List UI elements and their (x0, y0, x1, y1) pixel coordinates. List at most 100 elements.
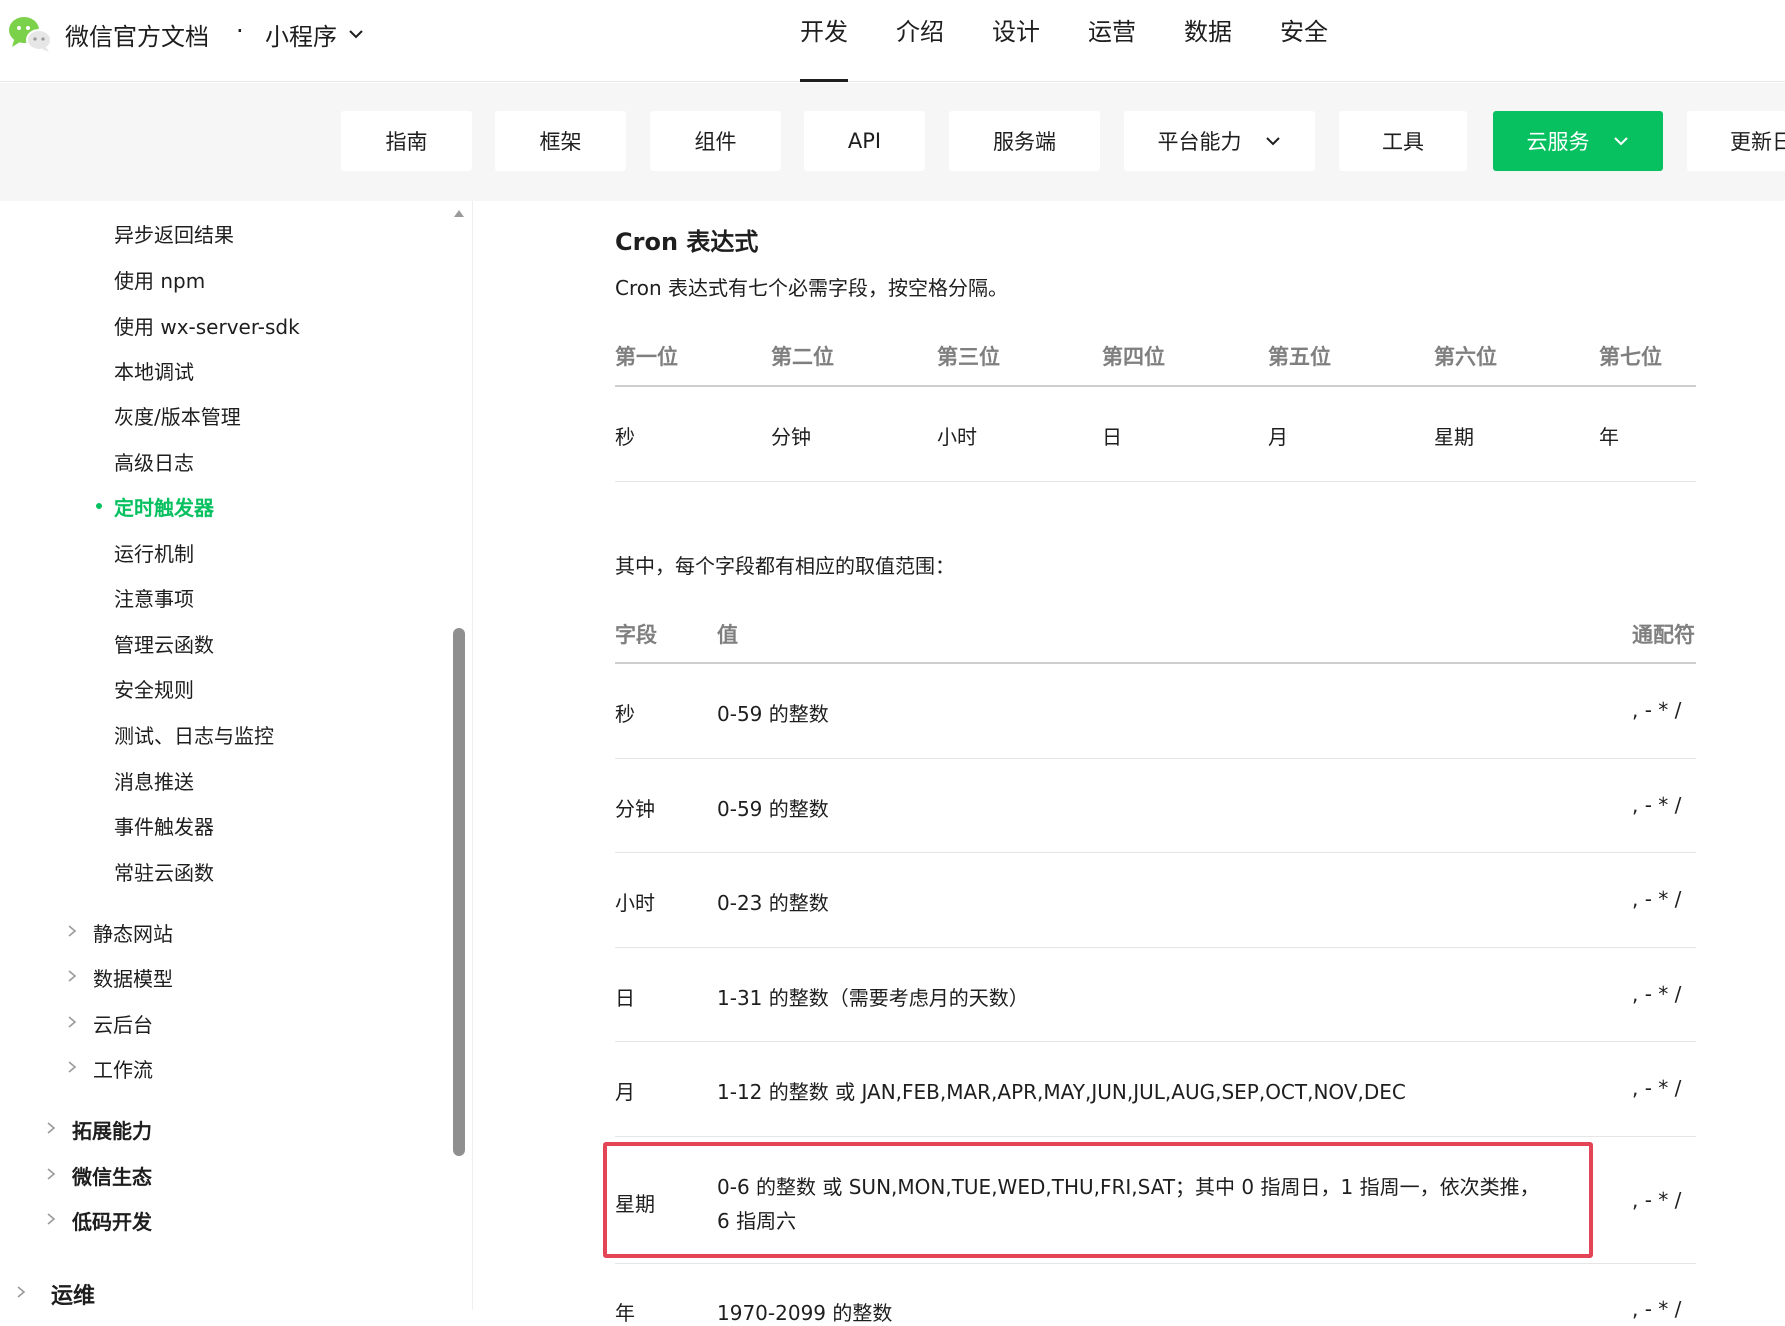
title-separator: · (236, 17, 244, 45)
table-cell-wildcard: , - * / (1632, 1188, 1682, 1212)
chevron-right-icon[interactable] (45, 1167, 57, 1181)
scroll-up-arrow-icon[interactable] (453, 208, 465, 218)
table-cell-wildcard: , - * / (1632, 1076, 1682, 1100)
sidebar-subgroup[interactable]: 云后台 (93, 1009, 153, 1038)
sidebar-subgroup[interactable]: 静态网站 (93, 918, 173, 947)
table-header-cell: 第六位 (1434, 345, 1497, 369)
table-header-cell: 第二位 (771, 345, 834, 369)
table-row-divider (615, 758, 1696, 759)
chevron-down-icon (1265, 137, 1280, 146)
subnav-changelog[interactable]: 更新日 (1687, 111, 1785, 171)
site-title[interactable]: 微信官方文档 (65, 17, 209, 52)
table-row-divider (615, 1263, 1696, 1264)
sidebar-subgroup[interactable]: 工作流 (93, 1054, 153, 1083)
wechat-logo-icon[interactable] (6, 14, 54, 54)
sidebar-subgroup[interactable]: 数据模型 (93, 963, 173, 992)
sidebar-top-group[interactable]: 运维 (51, 1278, 95, 1310)
table-row-divider (615, 1136, 1696, 1137)
sidebar-item[interactable]: 常驻云函数 (114, 857, 214, 886)
sidebar-item[interactable]: 使用 npm (114, 265, 205, 294)
table-cell-field: 日 (615, 986, 635, 1010)
table-header-cell: 第七位 (1599, 345, 1662, 369)
sidebar-item[interactable]: 安全规则 (114, 674, 194, 703)
top-nav-data[interactable]: 数据 (1184, 0, 1280, 82)
sidebar-scroll-thumb[interactable] (453, 628, 465, 1156)
subnav-label: 平台能力 (1157, 130, 1242, 154)
chevron-right-icon[interactable] (66, 1015, 78, 1029)
sidebar-group[interactable]: 拓展能力 (72, 1115, 152, 1144)
table-cell-value: 0-23 的整数 (717, 891, 829, 915)
active-indicator-dot (96, 503, 102, 509)
table-cell: 星期 (1434, 425, 1474, 449)
table-row-divider (615, 1041, 1696, 1042)
sidebar-item-active[interactable]: 定时触发器 (114, 492, 214, 521)
subnav-label: 更新日 (1730, 130, 1785, 154)
table-header-wildcard: 通配符 (1632, 623, 1695, 647)
range-intro: 其中，每个字段都有相应的取值范围： (615, 554, 955, 578)
top-nav-dev[interactable]: 开发 (800, 0, 896, 82)
table-cell: 月 (1268, 425, 1288, 449)
subnav-label: 指南 (385, 130, 428, 154)
top-nav-intro[interactable]: 介绍 (896, 0, 992, 82)
sidebar-item[interactable]: 运行机制 (114, 538, 194, 567)
sidebar-item[interactable]: 事件触发器 (114, 811, 214, 840)
sidebar-item[interactable]: 异步返回结果 (114, 219, 234, 248)
subnav-tools[interactable]: 工具 (1339, 111, 1467, 171)
sidebar-item[interactable]: 本地调试 (114, 356, 194, 385)
chevron-right-icon[interactable] (66, 969, 78, 983)
chevron-right-icon[interactable] (66, 924, 78, 938)
table-cell-field: 秒 (615, 702, 635, 726)
chevron-right-icon[interactable] (45, 1121, 57, 1135)
subnav-guide[interactable]: 指南 (341, 111, 472, 171)
sidebar-item[interactable]: 注意事项 (114, 583, 194, 612)
chevron-right-icon[interactable] (15, 1285, 27, 1299)
table-cell-field: 年 (615, 1301, 635, 1325)
subnav-label: 框架 (539, 130, 582, 154)
intro-paragraph: Cron 表达式有七个必需字段，按空格分隔。 (615, 276, 1009, 300)
subnav-server[interactable]: 服务端 (949, 111, 1100, 171)
sidebar-group[interactable]: 低码开发 (72, 1206, 152, 1235)
top-nav: 开发 介绍 设计 运营 数据 安全 (800, 0, 1376, 82)
top-nav-operation[interactable]: 运营 (1088, 0, 1184, 82)
table-cell-field: 分钟 (615, 797, 655, 821)
sidebar-group[interactable]: 微信生态 (72, 1161, 152, 1190)
sidebar-item[interactable]: 测试、日志与监控 (114, 720, 274, 749)
subnav-components[interactable]: 组件 (650, 111, 781, 171)
table-cell: 日 (1102, 425, 1122, 449)
table-header-cell: 第五位 (1268, 345, 1331, 369)
table-cell-value: 1-31 的整数（需要考虑月的天数） (717, 986, 1029, 1010)
table-cell: 年 (1599, 425, 1619, 449)
chevron-down-icon[interactable] (346, 24, 366, 44)
table-cell-wildcard: , - * / (1632, 982, 1682, 1006)
subnav-api[interactable]: API (804, 111, 925, 171)
subnav-cloud[interactable]: 云服务 (1493, 111, 1663, 171)
sidebar (0, 201, 472, 1310)
chevron-right-icon[interactable] (66, 1060, 78, 1074)
table-cell-wildcard: , - * / (1632, 793, 1682, 817)
product-switcher[interactable]: 小程序 (265, 17, 337, 52)
table-row-divider (615, 852, 1696, 853)
chevron-down-icon (1613, 137, 1628, 146)
sidebar-item[interactable]: 灰度/版本管理 (114, 401, 241, 430)
table-cell: 分钟 (771, 425, 811, 449)
subnav-platform[interactable]: 平台能力 (1124, 111, 1315, 171)
sidebar-divider (472, 201, 473, 1310)
top-header: 微信官方文档 · 小程序 开发 介绍 设计 运营 数据 安全 (0, 0, 1785, 82)
sidebar-item[interactable]: 管理云函数 (114, 629, 214, 658)
subnav-label: 工具 (1382, 130, 1424, 154)
table-cell-field: 小时 (615, 891, 655, 915)
chevron-right-icon[interactable] (45, 1212, 57, 1226)
top-nav-design[interactable]: 设计 (992, 0, 1088, 82)
top-nav-security[interactable]: 安全 (1280, 0, 1376, 82)
sidebar-item[interactable]: 高级日志 (114, 447, 194, 476)
table-header-cell: 第四位 (1102, 345, 1165, 369)
table-cell: 小时 (937, 425, 977, 449)
sidebar-item[interactable]: 消息推送 (114, 766, 194, 795)
subnav-label: 服务端 (993, 130, 1056, 154)
table-cell-value: 0-59 的整数 (717, 797, 829, 821)
subnav-framework[interactable]: 框架 (495, 111, 626, 171)
subnav-label: API (847, 129, 882, 153)
table-cell-wildcard: , - * / (1632, 698, 1682, 722)
secondary-nav: 指南 框架 组件 API 服务端 平台能力 工具 云服务 更新日 (0, 83, 1785, 201)
sidebar-item[interactable]: 使用 wx-server-sdk (114, 311, 300, 340)
